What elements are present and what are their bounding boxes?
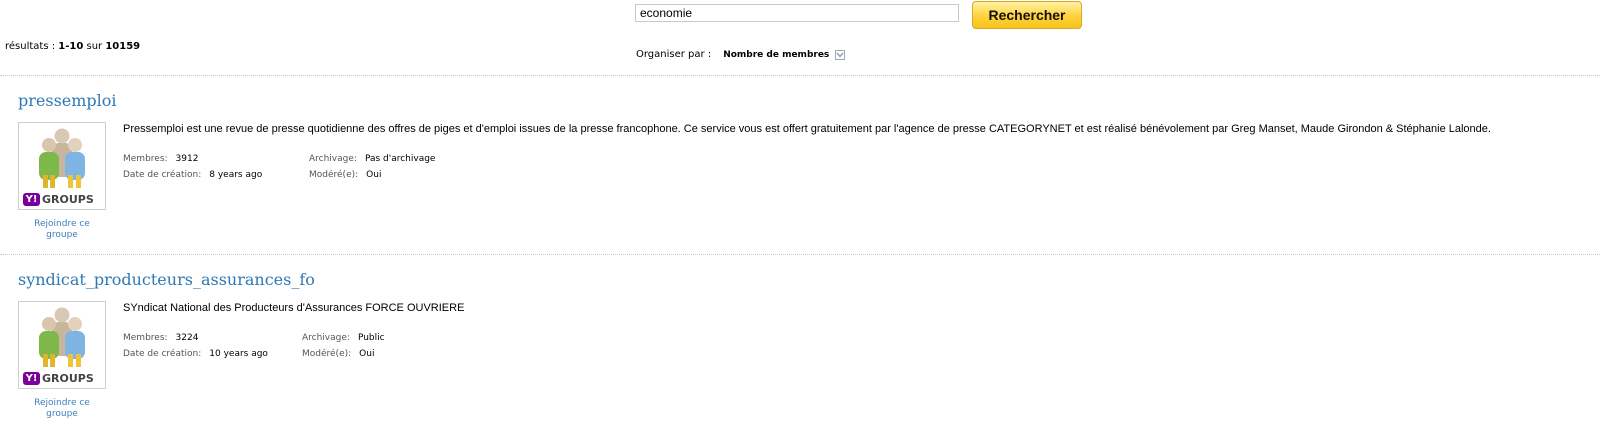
created-meta: Date de création: 10 years ago — [123, 349, 268, 359]
people-icon — [39, 128, 85, 188]
members-meta: Membres: 3224 — [123, 333, 198, 343]
members-label: Membres: — [123, 333, 168, 343]
join-group-link[interactable]: Rejoindre ce groupe — [18, 398, 106, 420]
archive-value: Public — [357, 333, 385, 343]
moderated-label: Modéré(e): — [309, 170, 359, 180]
group-description: SYndicat National des Producteurs d'Assu… — [123, 302, 465, 314]
search-input[interactable] — [635, 4, 959, 22]
results-total: 10159 — [105, 41, 141, 52]
chevron-down-icon[interactable] — [835, 49, 846, 60]
group-title-link[interactable]: pressemploi — [18, 91, 117, 110]
yahoo-icon: Y! — [23, 372, 40, 385]
members-value: 3224 — [175, 333, 199, 343]
moderated-meta: Modéré(e): Oui — [302, 349, 374, 359]
results-prefix: résultats : — [5, 41, 59, 52]
sort-label: Organiser par : — [636, 49, 712, 60]
archive-value: Pas d'archivage — [364, 154, 436, 164]
results-summary: résultats : 1-10 sur 10159 — [5, 41, 140, 52]
moderated-value: Oui — [366, 170, 382, 180]
group-description: Pressemploi est une revue de presse quot… — [123, 123, 1491, 135]
group-thumbnail[interactable]: Y! GROUPS — [18, 122, 106, 210]
created-label: Date de création: — [123, 170, 202, 180]
members-value: 3912 — [175, 154, 199, 164]
yahoo-icon: Y! — [23, 193, 40, 206]
groups-logo-text: GROUPS — [42, 193, 94, 206]
created-label: Date de création: — [123, 349, 202, 359]
join-group-link[interactable]: Rejoindre ce groupe — [18, 219, 106, 241]
search-button[interactable]: Rechercher — [972, 1, 1082, 29]
sort-select[interactable]: Nombre de membres — [723, 50, 829, 60]
sort-bar: Organiser par : Nombre de membres — [636, 49, 846, 60]
archive-label: Archivage: — [309, 154, 357, 164]
people-icon — [39, 307, 85, 367]
moderated-value: Oui — [359, 349, 375, 359]
created-value: 10 years ago — [209, 349, 268, 359]
archive-meta: Archivage: Pas d'archivage — [309, 154, 435, 164]
results-range: 1-10 — [58, 41, 84, 52]
group-title-link[interactable]: syndicat_producteurs_assurances_fo — [18, 270, 315, 289]
divider — [0, 254, 1600, 255]
members-label: Membres: — [123, 154, 168, 164]
archive-label: Archivage: — [302, 333, 350, 343]
created-meta: Date de création: 8 years ago — [123, 170, 262, 180]
moderated-label: Modéré(e): — [302, 349, 352, 359]
archive-meta: Archivage: Public — [302, 333, 385, 343]
groups-logo-text: GROUPS — [42, 372, 94, 385]
members-meta: Membres: 3912 — [123, 154, 198, 164]
yahoo-groups-logo: Y! GROUPS — [23, 193, 94, 206]
created-value: 8 years ago — [209, 170, 263, 180]
results-of: sur — [83, 41, 106, 52]
divider — [0, 75, 1600, 76]
moderated-meta: Modéré(e): Oui — [309, 170, 381, 180]
group-thumbnail[interactable]: Y! GROUPS — [18, 301, 106, 389]
yahoo-groups-logo: Y! GROUPS — [23, 372, 94, 385]
